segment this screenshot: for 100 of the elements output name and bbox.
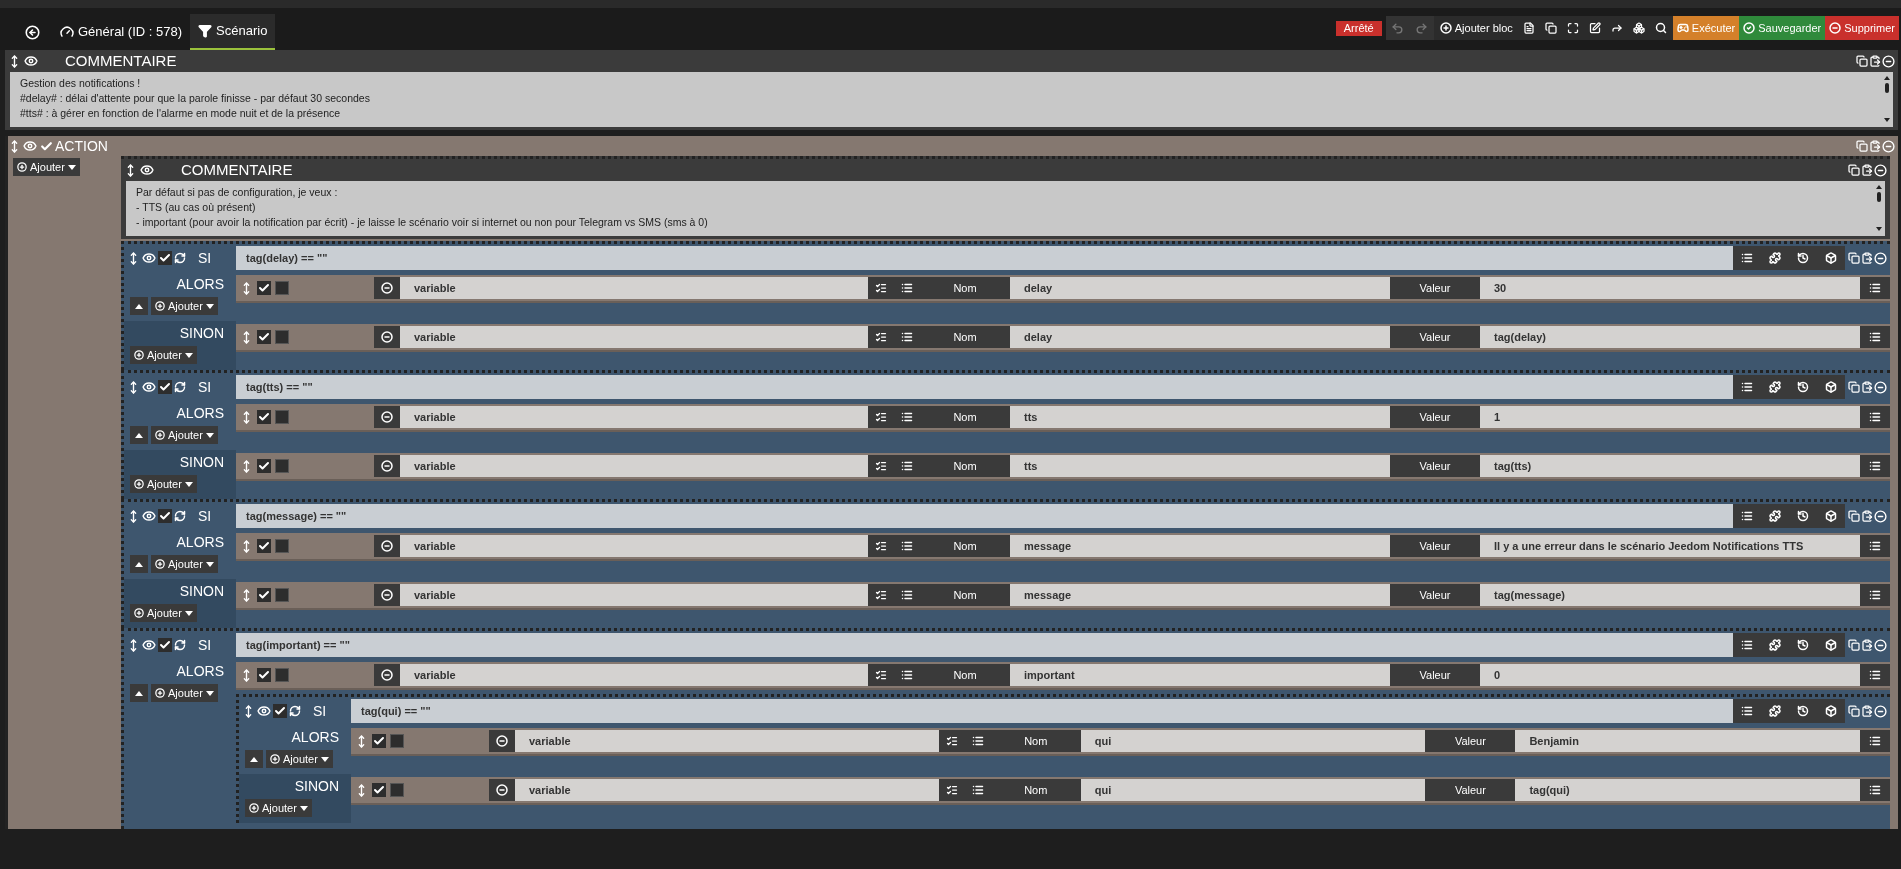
enabled-checkbox[interactable]	[372, 734, 386, 748]
type-field[interactable]: variable	[400, 664, 868, 686]
list-icon[interactable]	[1741, 705, 1753, 717]
add-button[interactable]: Ajouter	[151, 426, 218, 444]
checklist-button[interactable]	[938, 779, 965, 801]
value-field[interactable]: tag(delay)	[1480, 326, 1860, 348]
paste-icon[interactable]	[1869, 55, 1881, 67]
copy-icon[interactable]	[1544, 22, 1557, 34]
copy-icon[interactable]	[1848, 252, 1860, 264]
enabled-checkbox[interactable]	[257, 539, 271, 553]
puzzle-icon[interactable]	[1769, 381, 1781, 393]
document-icon[interactable]	[1522, 22, 1535, 34]
delete-button[interactable]: Supprimer	[1825, 16, 1899, 40]
history-icon[interactable]	[1797, 705, 1809, 717]
eye-icon[interactable]	[24, 54, 38, 68]
list-button[interactable]	[1860, 664, 1890, 686]
add-button[interactable]: Ajouter	[130, 346, 197, 364]
add-button[interactable]: Ajouter	[151, 555, 218, 573]
type-field[interactable]: variable	[400, 584, 868, 606]
remove-button[interactable]	[374, 455, 400, 477]
paste-icon[interactable]	[1861, 510, 1873, 522]
type-field[interactable]: variable	[400, 406, 868, 428]
enabled-checkbox[interactable]	[39, 139, 53, 153]
parallel-checkbox[interactable]	[390, 734, 404, 748]
enabled-checkbox[interactable]	[257, 410, 271, 424]
enabled-checkbox[interactable]	[257, 330, 271, 344]
name-field[interactable]: delay	[1010, 277, 1390, 299]
remove-icon[interactable]	[1874, 380, 1887, 394]
remove-button[interactable]	[489, 730, 515, 752]
collapse-button[interactable]	[245, 750, 263, 768]
box-icon[interactable]	[1825, 639, 1837, 651]
parallel-checkbox[interactable]	[275, 588, 289, 602]
puzzle-icon[interactable]	[1769, 639, 1781, 651]
cubes-icon[interactable]	[1632, 22, 1645, 34]
remove-icon[interactable]	[1874, 509, 1887, 523]
history-icon[interactable]	[1797, 639, 1809, 651]
parallel-checkbox[interactable]	[275, 281, 289, 295]
name-field[interactable]: qui	[1080, 730, 1426, 752]
remove-icon[interactable]	[1874, 163, 1887, 177]
remove-button[interactable]	[374, 664, 400, 686]
puzzle-icon[interactable]	[1769, 705, 1781, 717]
enabled-checkbox[interactable]	[158, 638, 172, 652]
value-field[interactable]: 0	[1480, 664, 1860, 686]
condition-field[interactable]: tag(qui) == ""	[351, 699, 1733, 723]
eye-icon[interactable]	[142, 509, 156, 523]
checklist-button[interactable]	[868, 277, 894, 299]
type-field[interactable]: variable	[400, 277, 868, 299]
parallel-checkbox[interactable]	[275, 330, 289, 344]
checklist-button[interactable]	[938, 730, 965, 752]
value-field[interactable]: tag(qui)	[1515, 779, 1860, 801]
box-icon[interactable]	[1825, 381, 1837, 393]
remove-icon[interactable]	[1874, 704, 1887, 718]
expand-icon[interactable]	[1566, 22, 1579, 34]
eye-icon[interactable]	[257, 704, 271, 718]
enabled-checkbox[interactable]	[158, 509, 172, 523]
history-icon[interactable]	[1797, 510, 1809, 522]
history-icon[interactable]	[1797, 252, 1809, 264]
list-button[interactable]	[1860, 455, 1890, 477]
tab[interactable]: Scénario	[190, 14, 276, 50]
remove-button[interactable]	[374, 277, 400, 299]
condition-field[interactable]: tag(tts) == ""	[236, 375, 1733, 399]
add-button[interactable]: Ajouter	[245, 799, 312, 817]
eye-icon[interactable]	[140, 163, 154, 177]
name-field[interactable]: tts	[1010, 406, 1390, 428]
name-field[interactable]: tts	[1010, 455, 1390, 477]
checklist-button[interactable]	[868, 326, 894, 348]
enabled-checkbox[interactable]	[257, 588, 271, 602]
type-field[interactable]: variable	[400, 455, 868, 477]
type-field[interactable]: variable	[515, 730, 939, 752]
tab[interactable]: Général (ID : 578)	[52, 14, 191, 50]
paste-icon[interactable]	[1861, 164, 1873, 176]
paste-icon[interactable]	[1861, 639, 1873, 651]
enabled-checkbox[interactable]	[273, 704, 287, 718]
add-button[interactable]: Ajouter	[130, 604, 197, 622]
parallel-checkbox[interactable]	[275, 668, 289, 682]
collapse-button[interactable]	[130, 297, 148, 315]
name-field[interactable]: message	[1010, 584, 1390, 606]
type-field[interactable]: variable	[400, 535, 868, 557]
list-icon[interactable]	[1741, 639, 1753, 651]
value-field[interactable]: tag(tts)	[1480, 455, 1860, 477]
add-button[interactable]: Ajouter	[13, 158, 80, 176]
paste-icon[interactable]	[1861, 381, 1873, 393]
share-icon[interactable]	[1610, 22, 1623, 34]
eye-icon[interactable]	[142, 251, 156, 265]
parallel-checkbox[interactable]	[275, 410, 289, 424]
name-field[interactable]: qui	[1080, 779, 1426, 801]
enabled-checkbox[interactable]	[257, 281, 271, 295]
puzzle-icon[interactable]	[1769, 252, 1781, 264]
collapse-button[interactable]	[130, 555, 148, 573]
box-icon[interactable]	[1825, 705, 1837, 717]
collapse-button[interactable]	[130, 426, 148, 444]
type-field[interactable]: variable	[515, 779, 939, 801]
box-icon[interactable]	[1825, 510, 1837, 522]
list-button[interactable]	[1860, 584, 1890, 606]
copy-icon[interactable]	[1848, 381, 1860, 393]
enabled-checkbox[interactable]	[257, 459, 271, 473]
refresh-icon[interactable]	[174, 510, 186, 522]
value-field[interactable]: Benjamin	[1515, 730, 1860, 752]
value-field[interactable]: Il y a une erreur dans le scénario Jeedom Notifications TTS	[1480, 535, 1860, 557]
refresh-icon[interactable]	[289, 705, 301, 717]
